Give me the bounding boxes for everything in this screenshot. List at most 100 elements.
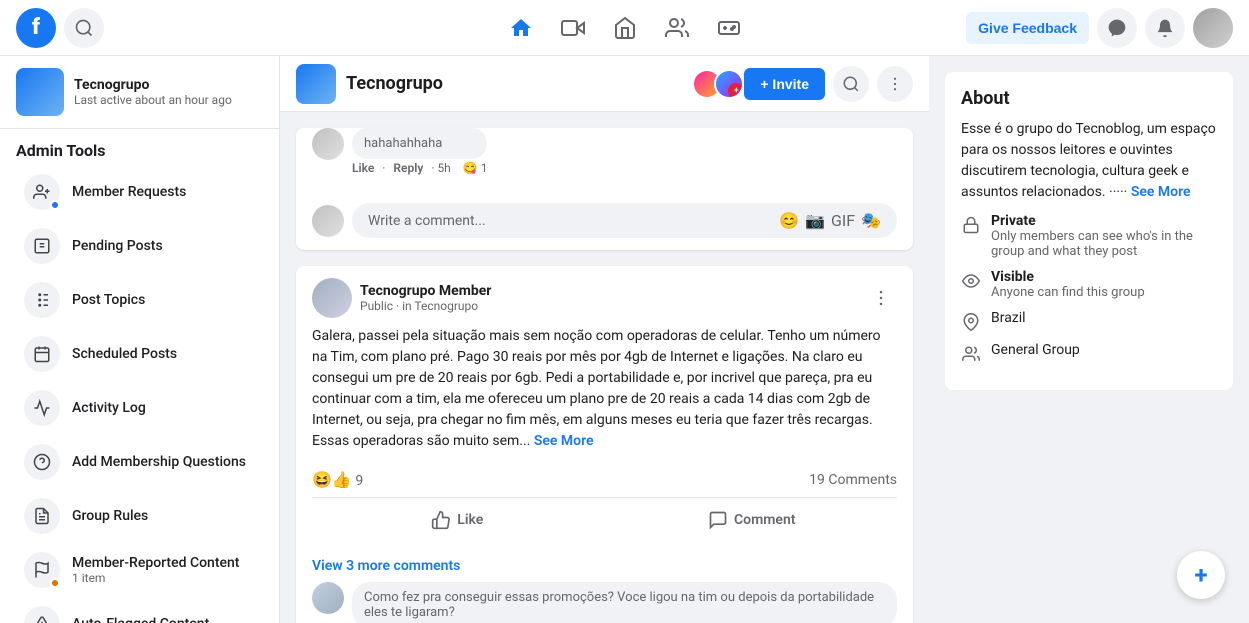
about-card: About Esse é o grupo do Tecnoblog, um es… bbox=[945, 72, 1233, 390]
write-comment-input[interactable]: Write a comment... 😊 📷 GIF 🎭 bbox=[352, 203, 897, 238]
about-title: About bbox=[961, 88, 1217, 109]
post2-author: Tecnogrupo Member Public · in Tecnogrupo bbox=[312, 278, 491, 318]
sidebar-item-member-requests[interactable]: Member Requests bbox=[8, 166, 271, 218]
sidebar-item-pending-posts[interactable]: Pending Posts bbox=[8, 220, 271, 272]
comment-like-1[interactable]: Like bbox=[352, 161, 374, 175]
member-avatar-badge: + bbox=[728, 83, 744, 99]
post2-meta: Public · in Tecnogrupo bbox=[360, 299, 491, 313]
post2-author-name: Tecnogrupo Member bbox=[360, 283, 491, 299]
sidebar-item-auto-flagged[interactable]: Auto-Flagged Content bbox=[8, 598, 271, 623]
sidebar-item-scheduled-posts[interactable]: Scheduled Posts bbox=[8, 328, 271, 380]
photo-icon[interactable]: 📷 bbox=[805, 211, 825, 230]
post2-body: Tecnogrupo Member Public · in Tecnogrupo… bbox=[296, 266, 913, 554]
post2-text: Galera, passei pela situação mais sem no… bbox=[312, 326, 897, 452]
group-top-bar: Tecnogrupo + + Invite bbox=[280, 56, 929, 112]
post2-comment1-row: Como fez pra conseguir essas promoções? … bbox=[312, 582, 897, 623]
about-visible-text: Visible Anyone can find this group bbox=[991, 269, 1145, 300]
member-requests-icon bbox=[24, 174, 60, 210]
group-type-icon bbox=[961, 344, 981, 364]
location-text: Brazil bbox=[991, 310, 1026, 326]
comment-reply-1[interactable]: Reply bbox=[393, 161, 423, 175]
post2-comments-count[interactable]: 19 Comments bbox=[809, 472, 897, 488]
reported-content-icon bbox=[24, 552, 60, 588]
post2-see-more[interactable]: See More bbox=[534, 433, 594, 449]
post2-comment1-avatar bbox=[312, 582, 344, 614]
nav-store[interactable] bbox=[601, 4, 649, 52]
comment-input-icons: 😊 📷 GIF 🎭 bbox=[779, 211, 881, 230]
facebook-logo[interactable]: f bbox=[16, 8, 56, 48]
nav-groups[interactable] bbox=[653, 4, 701, 52]
comment-row-1: hahahahhaha Like · Reply · 5h 😋 1 bbox=[312, 128, 897, 175]
sidebar-item-post-topics[interactable]: Post Topics bbox=[8, 274, 271, 326]
sticker-icon[interactable]: 🎭 bbox=[861, 211, 881, 230]
post2-comment1-content: Como fez pra conseguir essas promoções? … bbox=[352, 582, 897, 623]
post-card-2: Tecnogrupo Member Public · in Tecnogrupo… bbox=[296, 266, 913, 623]
nav-gamepad[interactable] bbox=[705, 4, 753, 52]
scheduled-posts-icon bbox=[24, 336, 60, 372]
messenger-button[interactable] bbox=[1097, 8, 1137, 48]
more-group-button[interactable] bbox=[877, 66, 913, 102]
emoji-icon[interactable]: 😊 bbox=[779, 211, 799, 230]
sidebar-item-membership-questions[interactable]: Add Membership Questions bbox=[8, 436, 271, 488]
write-comment-row: Write a comment... 😊 📷 GIF 🎭 bbox=[296, 195, 913, 250]
fab-button[interactable]: + bbox=[1177, 551, 1225, 599]
group-status: Last active about an hour ago bbox=[74, 93, 232, 107]
group-top-left: Tecnogrupo bbox=[296, 64, 443, 104]
member-requests-badge bbox=[50, 200, 60, 210]
nav-video[interactable] bbox=[549, 4, 597, 52]
comment-avatar-1 bbox=[312, 128, 344, 160]
sidebar-label-activity-log: Activity Log bbox=[72, 400, 146, 416]
private-label: Private bbox=[991, 213, 1217, 229]
search-button[interactable] bbox=[64, 8, 104, 48]
left-sidebar: Tecnogrupo Last active about an hour ago… bbox=[0, 56, 280, 623]
group-name-sidebar: Tecnogrupo bbox=[74, 77, 232, 93]
view-more-comments[interactable]: View 3 more comments bbox=[296, 554, 913, 582]
post2-header: Tecnogrupo Member Public · in Tecnogrupo bbox=[312, 278, 897, 318]
post2-more-button[interactable] bbox=[865, 282, 897, 314]
sidebar-label-pending-posts: Pending Posts bbox=[72, 238, 163, 254]
post2-like-button[interactable]: Like bbox=[312, 502, 603, 538]
post1-comment-thread: hahahahhaha Like · Reply · 5h 😋 1 bbox=[296, 128, 913, 195]
comment-reactions-1: 😋 1 bbox=[463, 161, 488, 175]
location-icon bbox=[961, 312, 981, 332]
write-comment-placeholder: Write a comment... bbox=[368, 213, 486, 229]
group-rules-icon bbox=[24, 498, 60, 534]
user-avatar[interactable] bbox=[1193, 8, 1233, 48]
sidebar-item-activity-log[interactable]: Activity Log bbox=[8, 382, 271, 434]
nav-home[interactable] bbox=[497, 4, 545, 52]
comment-time-1: · 5h bbox=[431, 161, 450, 175]
about-group-type-item: General Group bbox=[961, 342, 1217, 364]
about-desc: Esse é o grupo do Tecnoblog, um espaço p… bbox=[961, 119, 1217, 203]
post2-reactions: 😆👍 9 bbox=[312, 470, 363, 489]
membership-questions-icon bbox=[24, 444, 60, 480]
sidebar-item-reported-content[interactable]: Member-Reported Content 1 item bbox=[8, 544, 271, 596]
sidebar-label-member-requests: Member Requests bbox=[72, 184, 186, 200]
invite-button[interactable]: + Invite bbox=[744, 68, 825, 100]
post2-actions: Like Comment bbox=[312, 498, 897, 542]
sidebar-label-reported-content: Member-Reported Content bbox=[72, 555, 239, 571]
about-see-more[interactable]: See More bbox=[1131, 184, 1191, 200]
search-group-button[interactable] bbox=[833, 66, 869, 102]
notifications-button[interactable] bbox=[1145, 8, 1185, 48]
group-type-text: General Group bbox=[991, 342, 1080, 358]
post2-comment1-text: Como fez pra conseguir essas promoções? … bbox=[364, 590, 885, 620]
feed-area: hahahahhaha Like · Reply · 5h 😋 1 bbox=[280, 112, 929, 623]
comment-dot-1: · bbox=[382, 161, 385, 175]
group-avatar-top bbox=[296, 64, 336, 104]
post2-avatar bbox=[312, 278, 352, 318]
give-feedback-button[interactable]: Give Feedback bbox=[966, 12, 1089, 44]
nav-left: f bbox=[16, 8, 104, 48]
post2-comment1-bubble: Como fez pra conseguir essas promoções? … bbox=[352, 582, 897, 623]
sidebar-label-auto-flagged: Auto-Flagged Content bbox=[72, 616, 209, 623]
about-visible-item: Visible Anyone can find this group bbox=[961, 269, 1217, 300]
group-header[interactable]: Tecnogrupo Last active about an hour ago bbox=[0, 56, 279, 129]
visible-desc: Anyone can find this group bbox=[991, 285, 1145, 300]
post2-comment-button[interactable]: Comment bbox=[607, 502, 898, 538]
sidebar-item-group-rules[interactable]: Group Rules bbox=[8, 490, 271, 542]
private-desc: Only members can see who's in the group … bbox=[991, 229, 1217, 259]
group-avatar-sidebar bbox=[16, 68, 64, 116]
sidebar-label-group-rules: Group Rules bbox=[72, 508, 148, 524]
gif-icon[interactable]: GIF bbox=[831, 211, 855, 230]
group-name-top: Tecnogrupo bbox=[346, 73, 443, 94]
member-avatar-2: + bbox=[714, 69, 744, 99]
